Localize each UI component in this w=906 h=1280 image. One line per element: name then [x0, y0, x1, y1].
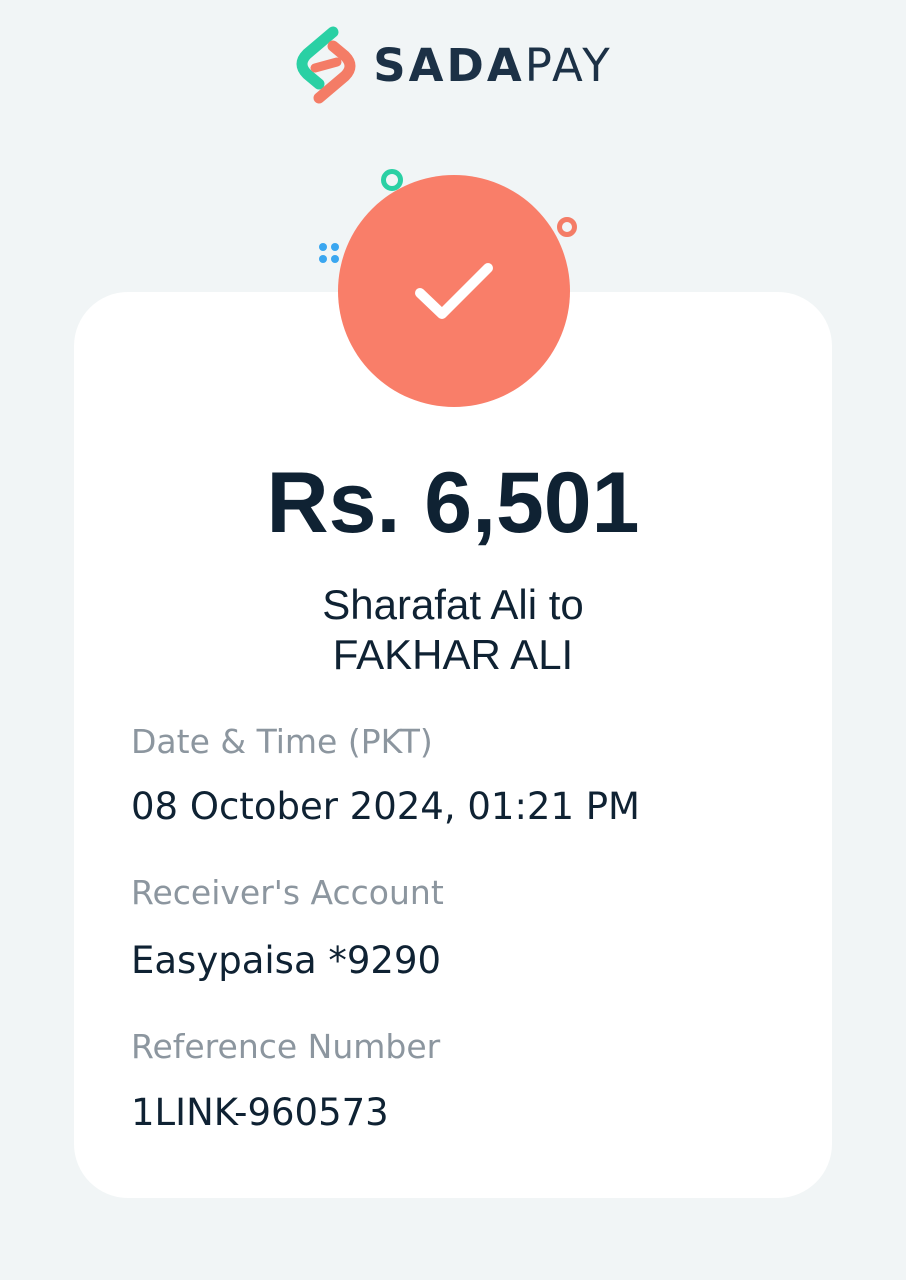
brand-name-light: PAY [524, 38, 613, 92]
receiver-name: FAKHAR ALI [332, 631, 574, 679]
sadapay-logo-icon [296, 26, 356, 104]
transfer-amount: Rs. 6,501 [266, 455, 640, 551]
brand-header: SADAPAY [0, 26, 906, 104]
brand-name-bold: SADA [373, 38, 525, 92]
confetti-coral-ring-icon [557, 217, 577, 237]
transfer-parties: Sharafat Ali to FAKHAR ALI [74, 580, 832, 681]
receiver-account-label: Receiver's Account [131, 873, 444, 912]
success-badge [338, 175, 570, 407]
date-time-value: 08 October 2024, 01:21 PM [131, 785, 640, 828]
reference-number-value: 1LINK-960573 [131, 1091, 389, 1134]
date-time-label: Date & Time (PKT) [131, 722, 433, 761]
to-label: to [548, 581, 584, 628]
sender-name: Sharafat Ali [322, 581, 538, 628]
brand-name: SADAPAY [373, 43, 612, 88]
check-icon [415, 263, 493, 319]
reference-number-label: Reference Number [131, 1027, 441, 1066]
confetti-sparkle-icon [319, 243, 339, 263]
receiver-account-value: Easypaisa *9290 [131, 939, 442, 982]
